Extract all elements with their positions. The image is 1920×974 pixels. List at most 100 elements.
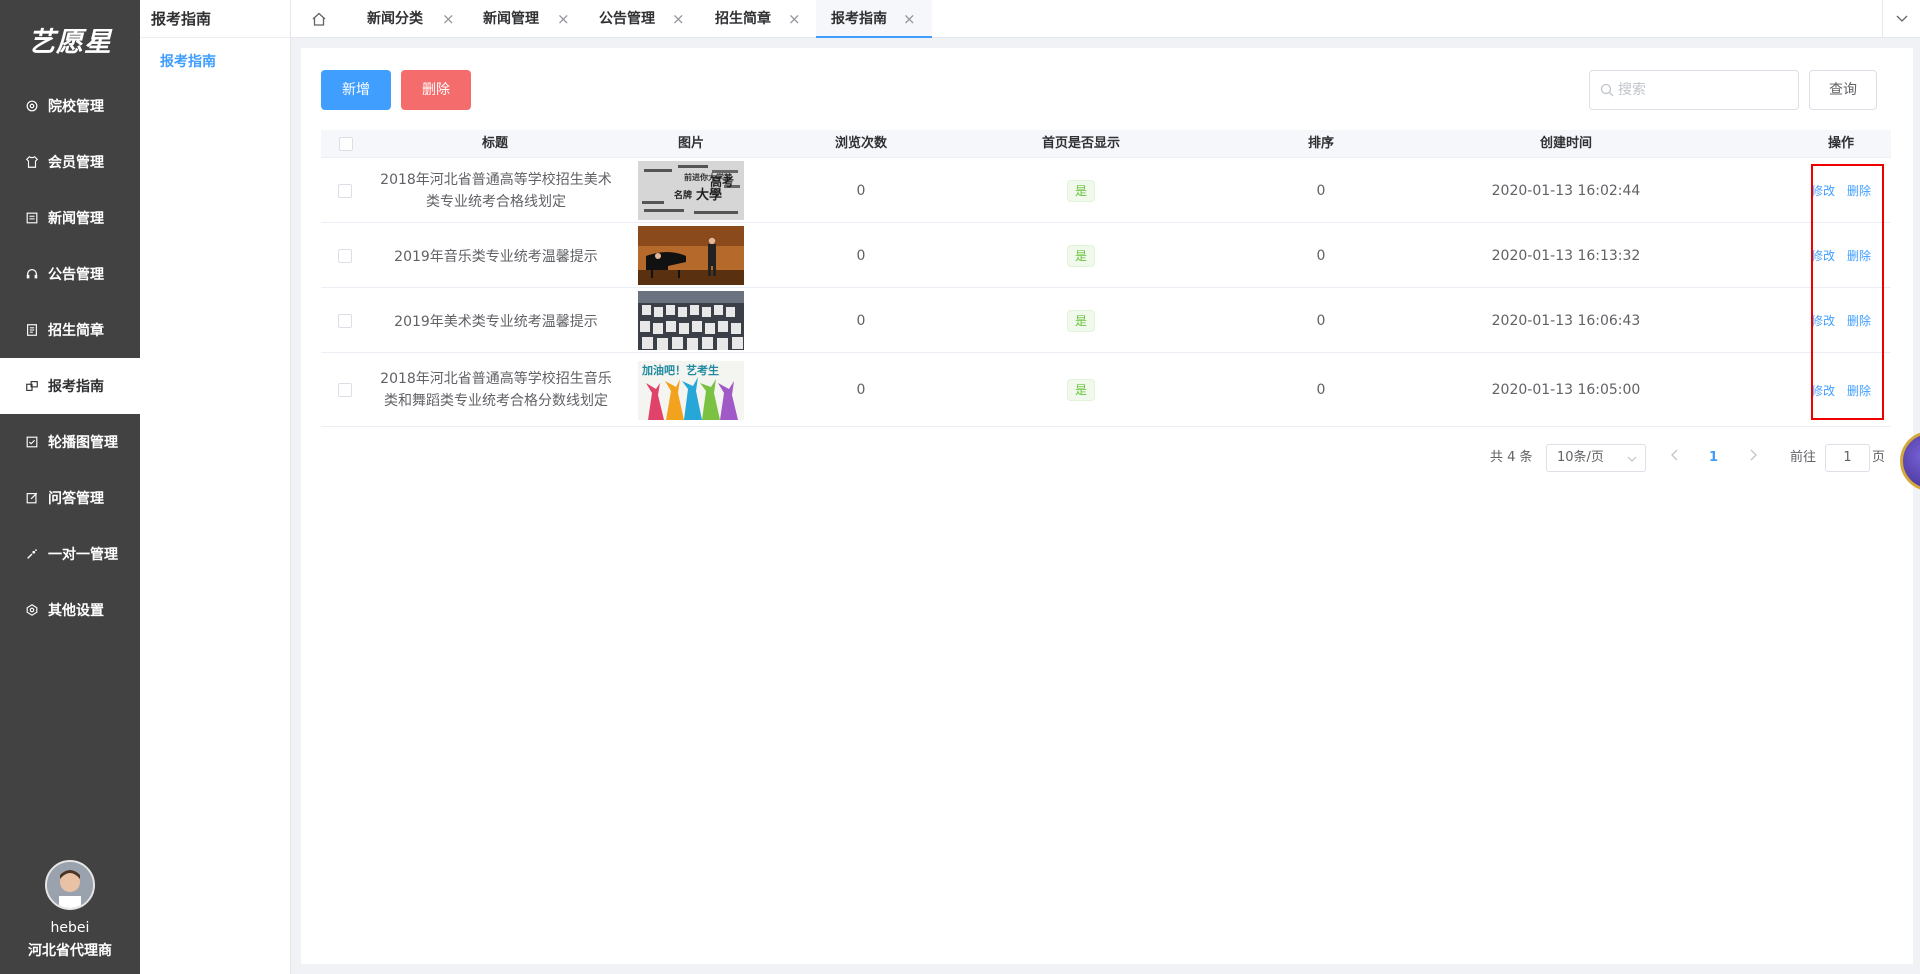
sidebar-item-notices[interactable]: 公告管理 (0, 246, 140, 302)
header-image: 图片 (677, 136, 704, 151)
sidebar: 艺愿星 院校管理 会员管理 新闻管理 公告管理 招生简章 报考指南 轮播图管理 … (0, 0, 140, 974)
row-title: 2018年河北省普通高等学校招生美术类专业统考合格线划定 (380, 171, 612, 210)
thumb-text: 高考 (710, 174, 734, 189)
subnav-title: 报考指南 (140, 0, 290, 38)
gear-icon (26, 100, 38, 112)
tab-label: 新闻分类 (367, 11, 423, 27)
row-thumbnail[interactable] (638, 226, 744, 285)
table-row: 2019年音乐类专业统考温馨提示 0 是 0 2020-01-13 16:13:… (321, 223, 1891, 288)
row-checkbox[interactable] (338, 383, 352, 397)
shirt-icon (25, 156, 39, 168)
thumbnail-image: 前进你大学梦 名牌 大學 高考 (638, 161, 744, 220)
content-panel: 新增 删除 查询 标题 图片 浏览次数 首页是否显示 排序 创建时间 操作 20… (301, 48, 1913, 964)
highlight-box (1811, 164, 1884, 420)
sidebar-item-one-on-one[interactable]: 一对一管理 (0, 526, 140, 582)
select-all-checkbox[interactable] (339, 137, 353, 151)
tab-bar: 新闻分类 × 新闻管理 × 公告管理 × 招生简章 × 报考指南 × (291, 0, 1920, 38)
sidebar-item-news[interactable]: 新闻管理 (0, 190, 140, 246)
sidebar-item-label: 一对一管理 (48, 547, 118, 563)
row-created: 2020-01-13 16:02:44 (1491, 182, 1641, 199)
sidebar-item-label: 新闻管理 (48, 211, 104, 227)
row-views: 0 (856, 247, 866, 264)
sidebar-item-label: 轮播图管理 (48, 435, 118, 451)
close-icon[interactable]: × (442, 0, 455, 38)
sub-navigation: 报考指南 报考指南 (140, 0, 291, 974)
sidebar-item-exam-guide[interactable]: 报考指南 (0, 358, 140, 414)
header-homepage-show: 首页是否显示 (1041, 136, 1120, 151)
sidebar-item-members[interactable]: 会员管理 (0, 134, 140, 190)
row-show-cell: 是 (961, 288, 1201, 353)
news-icon (26, 212, 38, 224)
row-image-cell (638, 288, 744, 353)
thumbnail-image (638, 291, 744, 350)
tab-notice-manage[interactable]: 公告管理 × (599, 0, 699, 38)
tab-exam-guide[interactable]: 报考指南 × (816, 0, 932, 38)
row-sort: 0 (1316, 247, 1326, 264)
search-box (1589, 70, 1799, 110)
row-sort: 0 (1316, 182, 1326, 199)
row-checkbox[interactable] (338, 313, 352, 328)
sidebar-item-carousel[interactable]: 轮播图管理 (0, 414, 140, 470)
status-badge: 是 (1066, 244, 1095, 267)
sidebar-item-label: 其他设置 (48, 603, 104, 619)
sidebar-item-label: 公告管理 (48, 267, 104, 283)
tab-home[interactable] (311, 0, 337, 38)
tab-news-manage[interactable]: 新闻管理 × (483, 0, 583, 38)
sidebar-item-admissions[interactable]: 招生简章 (0, 302, 140, 358)
tab-label: 招生简章 (715, 11, 771, 27)
page-number-current[interactable]: 1 (1709, 444, 1718, 472)
close-icon[interactable]: × (903, 0, 916, 38)
status-badge: 是 (1066, 179, 1095, 202)
row-select-cell (333, 158, 357, 223)
row-show-cell: 是 (961, 223, 1201, 288)
row-show-cell: 是 (961, 353, 1201, 427)
row-views: 0 (856, 312, 866, 329)
tab-admissions[interactable]: 招生简章 × (715, 0, 815, 38)
tab-news-category[interactable]: 新闻分类 × (367, 0, 467, 38)
query-button[interactable]: 查询 (1809, 70, 1877, 110)
tab-label: 报考指南 (831, 11, 887, 27)
row-image-cell: 前进你大学梦 名牌 大學 高考 (638, 158, 744, 223)
close-icon[interactable]: × (672, 0, 685, 38)
row-title: 2019年音乐类专业统考温馨提示 (394, 248, 598, 265)
edit-icon (26, 492, 38, 504)
batch-delete-button[interactable]: 删除 (401, 70, 471, 110)
header-sort: 排序 (1307, 136, 1334, 151)
table-header: 标题 图片 浏览次数 首页是否显示 排序 创建时间 操作 (321, 130, 1891, 158)
sidebar-item-other-settings[interactable]: 其他设置 (0, 582, 140, 638)
close-icon[interactable]: × (557, 0, 570, 38)
goto-page-input[interactable]: 1 (1825, 444, 1870, 472)
row-select-cell (333, 288, 357, 353)
row-checkbox[interactable] (338, 248, 352, 263)
avatar[interactable] (45, 860, 95, 910)
sidebar-item-qa[interactable]: 问答管理 (0, 470, 140, 526)
row-sort: 0 (1316, 312, 1326, 329)
close-icon[interactable]: × (788, 0, 801, 38)
thumb-text: 名牌 (674, 189, 692, 201)
chevron-down-icon (1896, 15, 1907, 22)
row-thumbnail[interactable]: 前进你大学梦 名牌 大學 高考 (638, 161, 744, 220)
table-row: 2018年河北省普通高等学校招生音乐类和舞蹈类专业统考合格分数线划定 加油吧！艺… (321, 353, 1891, 427)
prev-page-button[interactable] (1670, 444, 1680, 472)
headset-icon (26, 269, 38, 279)
settings-icon (26, 604, 38, 616)
row-title: 2018年河北省普通高等学校招生音乐类和舞蹈类专业统考合格分数线划定 (380, 371, 612, 409)
sidebar-item-label: 会员管理 (48, 155, 104, 171)
search-input[interactable] (1618, 82, 1788, 98)
thumbnail-image (638, 226, 744, 285)
row-thumbnail[interactable] (638, 291, 744, 350)
page-size-select[interactable]: 10条/页 (1546, 444, 1646, 472)
sidebar-item-label: 招生简章 (48, 323, 104, 339)
row-checkbox[interactable] (338, 183, 352, 198)
row-thumbnail[interactable]: 加油吧！艺考生 (638, 360, 744, 420)
subnav-item-exam-guide[interactable]: 报考指南 (140, 38, 290, 71)
row-image-cell (638, 223, 744, 288)
thumb-text: 加油吧！艺考生 (641, 363, 719, 377)
add-button[interactable]: 新增 (321, 70, 391, 110)
header-actions: 操作 (1827, 136, 1854, 151)
thumb-text: 大學 (696, 187, 722, 203)
next-page-button[interactable] (1748, 444, 1758, 472)
pagination-total: 共 4 条 (1490, 450, 1533, 465)
tabs-dropdown[interactable] (1882, 0, 1920, 38)
sidebar-item-schools[interactable]: 院校管理 (0, 78, 140, 134)
